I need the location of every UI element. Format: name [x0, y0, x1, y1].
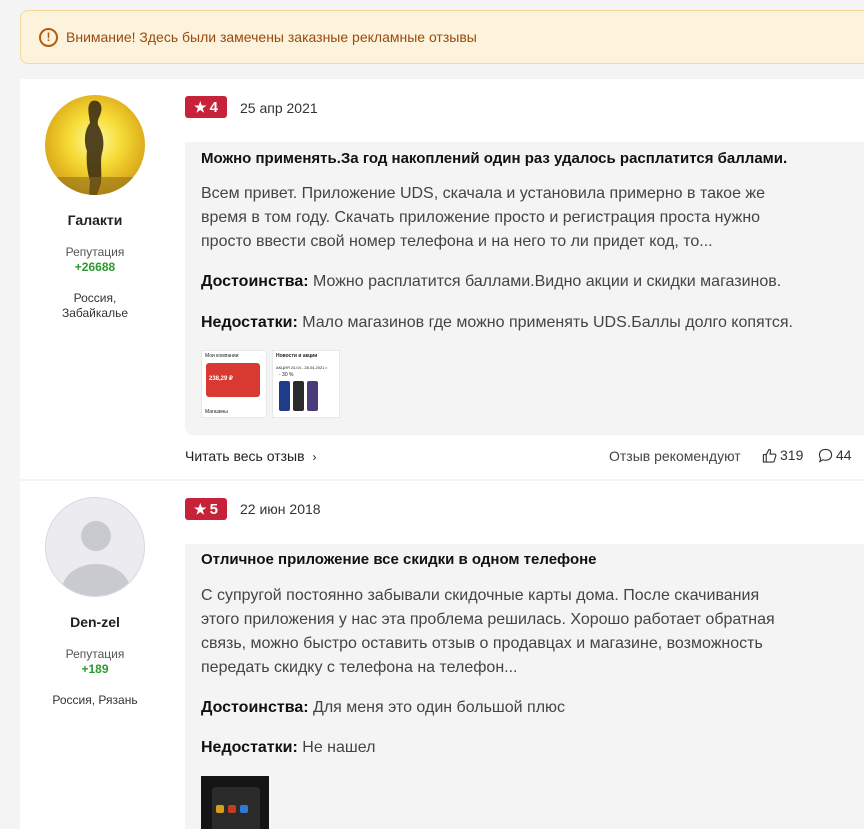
review-text-line: Всем привет. Приложение UDS, скачала и у… [201, 185, 766, 202]
review-text-line: С супругой постоянно забывали скидочные … [201, 587, 760, 604]
pros-label: Достоинства: [201, 699, 309, 716]
review-text-line: просто ввести свой номер телефона и на н… [201, 233, 713, 250]
app-tile-graphic [228, 805, 236, 813]
product-can [293, 381, 304, 411]
thumb-title: Новости и акции [276, 353, 318, 359]
cons-text: Мало магазинов где можно применять UDS.Б… [302, 314, 793, 331]
review-text-line: передать скидку с телефона на телефон... [201, 659, 518, 676]
comment-icon [818, 448, 833, 463]
review-text-line: связь, можно быстро оставить отзыв о про… [201, 635, 763, 652]
location-region: Забайкалье [61, 306, 128, 320]
thumb-promo: АКЦИЯ 24.04 - 28.04.2021 г. [276, 365, 328, 370]
thumb-footer: Магазины [205, 409, 228, 415]
product-can [307, 381, 318, 411]
avatar[interactable] [45, 497, 145, 597]
review-card: Галакти Репутация +26688 Россия, Забайка… [20, 79, 864, 479]
reputation-value: +26688 [74, 260, 116, 274]
review-photo-thumbnail[interactable]: Новости и акции АКЦИЯ 24.04 - 28.04.2021… [272, 350, 340, 418]
cons-text: Не нашел [302, 739, 376, 756]
like-button[interactable]: 319 [762, 447, 803, 463]
review-title[interactable]: Отличное приложение все скидки в одном т… [201, 551, 597, 568]
recommend-label: Отзыв рекомендуют [609, 448, 741, 464]
app-tile-graphic [216, 805, 224, 813]
thumb-amount: 238,29 ₽ [209, 376, 233, 382]
comments-count: 44 [836, 447, 852, 463]
reputation-label: Репутация [65, 647, 125, 661]
warning-banner: ! Внимание! Здесь были замечены заказные… [20, 10, 864, 64]
app-tile-graphic [240, 805, 248, 813]
likes-count: 319 [780, 447, 804, 463]
rating-value: 5 [209, 500, 218, 518]
review-pros: Достоинства: Для меня это один большой п… [201, 699, 565, 717]
pros-text: Можно расплатится баллами.Видно акции и … [313, 273, 782, 290]
star-icon: ★ [194, 500, 207, 517]
cons-label: Недостатки: [201, 739, 298, 756]
review-text-line: этого приложения у нас эта проблема реши… [201, 611, 775, 628]
rating-value: 4 [209, 98, 218, 116]
review-cons: Недостатки: Не нашел [201, 739, 375, 757]
product-can [279, 381, 290, 411]
alert-circle-icon: ! [39, 27, 58, 47]
review-text-line: время в том году. Скачать приложение про… [201, 209, 761, 226]
author-name[interactable]: Галакти [20, 212, 170, 228]
read-full-review-link[interactable]: Читать весь отзыв › [185, 448, 316, 464]
location-country: Россия, [73, 291, 117, 305]
review-body: Можно применять.За год накоплений один р… [185, 142, 864, 435]
chevron-right-icon: › [312, 450, 317, 464]
warning-text: Внимание! Здесь были замечены заказные р… [66, 29, 477, 45]
reputation-value: +189 [81, 662, 109, 676]
thumb-discount: - 30 % [279, 372, 294, 378]
cons-label: Недостатки: [201, 314, 298, 331]
review-card: Den-zel Репутация +189 Россия, Рязань ★ … [20, 481, 864, 829]
read-more-label: Читать весь отзыв [185, 448, 305, 464]
rating-badge: ★ 5 [185, 498, 227, 520]
review-date: 22 июн 2018 [240, 501, 321, 517]
review-photo-thumbnail[interactable] [201, 776, 269, 829]
rating-badge: ★ 4 [185, 96, 227, 118]
author-location: Россия, Рязань [52, 693, 138, 707]
pros-text: Для меня это один большой плюс [313, 699, 566, 716]
thumbs-up-icon [762, 448, 777, 463]
star-icon: ★ [194, 98, 207, 115]
review-photo-thumbnail[interactable]: Мои компании 238,29 ₽ Магазины [201, 350, 267, 418]
review-cons: Недостатки: Мало магазинов где можно при… [201, 314, 793, 332]
review-title[interactable]: Можно применять.За год накоплений один р… [201, 150, 787, 167]
review-pros: Достоинства: Можно расплатится баллами.В… [201, 273, 781, 291]
author-location: Россия, Забайкалье [20, 291, 170, 321]
review-date: 25 апр 2021 [240, 100, 318, 116]
review-text: С супругой постоянно забывали скидочные … [201, 584, 841, 680]
review-body: Отличное приложение все скидки в одном т… [185, 544, 864, 829]
thumb-title: Мои компании [205, 353, 239, 359]
pros-label: Достоинства: [201, 273, 309, 290]
reputation-label: Репутация [65, 245, 125, 259]
author-name[interactable]: Den-zel [20, 614, 170, 630]
comments-button[interactable]: 44 [818, 447, 852, 463]
review-text: Всем привет. Приложение UDS, скачала и у… [201, 182, 841, 254]
avatar[interactable] [45, 95, 145, 195]
